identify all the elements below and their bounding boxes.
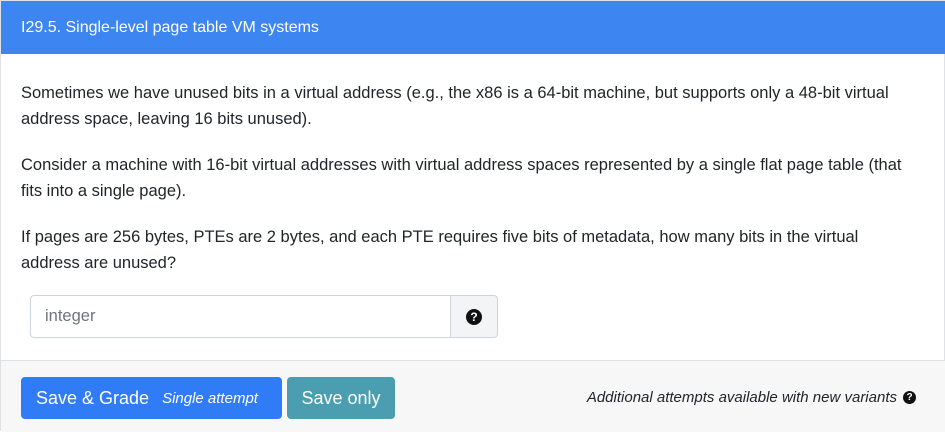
answer-input[interactable] [30,295,450,338]
save-and-grade-button[interactable]: Save & Grade Single attempt [21,377,282,419]
question-paragraph: If pages are 256 bytes, PTEs are 2 bytes… [21,228,859,272]
question-circle-icon[interactable]: ? [903,391,916,404]
attempts-note-text: Additional attempts available with new v… [586,389,897,406]
question-card: I29.5. Single-level page table VM system… [0,0,945,432]
answer-help-button[interactable]: ? [450,295,498,338]
question-body: Sometimes we have unused bits in a virtu… [1,54,945,360]
attempts-note: Additional attempts available with new v… [587,389,916,406]
grade-button-label: Save & Grade [36,387,150,408]
question-footer: Save & Grade Single attempt Save only Ad… [1,360,945,432]
question-paragraph: Sometimes we have unused bits in a virtu… [21,84,889,128]
question-paragraph: Consider a machine with 16-bit virtual a… [21,156,902,200]
grade-button-sublabel: Single attempt [162,389,258,407]
question-circle-icon: ? [466,308,482,325]
save-only-button[interactable]: Save only [287,377,395,419]
question-title: I29.5. Single-level page table VM system… [1,1,945,54]
answer-input-group: ? [30,295,498,338]
